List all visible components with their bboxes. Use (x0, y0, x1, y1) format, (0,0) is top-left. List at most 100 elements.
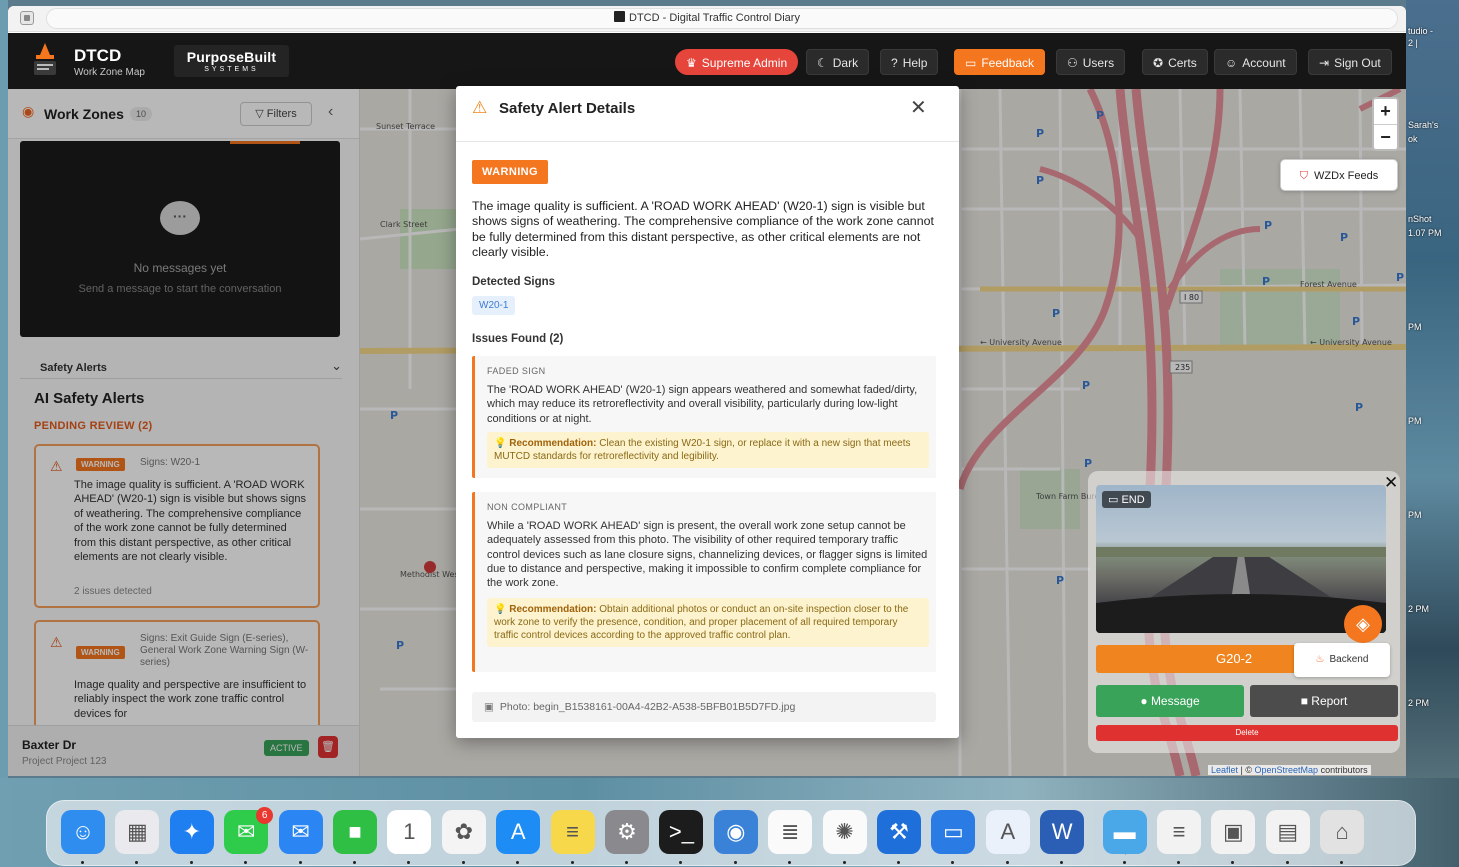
window-title-text: DTCD - Digital Traffic Control Diary (629, 12, 800, 24)
end-label-text: END (1121, 494, 1145, 506)
finder-icon[interactable]: ☺ (61, 810, 105, 854)
running-indicator (1060, 861, 1064, 864)
screenshot-file-icon[interactable]: ▤ (1265, 810, 1310, 854)
document-icon[interactable]: ≡ (1157, 810, 1201, 854)
message-button[interactable]: ● Message (1096, 685, 1244, 717)
close-modal-button[interactable]: ✕ (910, 95, 927, 120)
users-icon: ⚇ (1067, 56, 1078, 70)
partner-tagline: SYSTEMS (204, 66, 259, 73)
supreme-admin-button[interactable]: ♛ Supreme Admin (675, 49, 799, 75)
backend-badge[interactable]: ♨ Backend (1294, 643, 1390, 677)
issue-recommendation: 💡 Recommendation: Clean the existing W20… (487, 432, 929, 468)
close-camera-button[interactable]: ✕ (1384, 473, 1398, 493)
message-label: Message (1150, 694, 1200, 708)
issue-description: While a 'ROAD WORK AHEAD' sign is presen… (487, 520, 928, 590)
modal-header: ⚠ Safety Alert Details ✕ (456, 86, 959, 142)
facetime-icon[interactable]: ■ (333, 810, 377, 854)
app-store-icon[interactable]: A (496, 810, 541, 854)
users-button[interactable]: ⚇ Users (1056, 49, 1126, 75)
desktop-clip-label: 2 PM (1408, 698, 1430, 708)
macos-dock: ☺ ▦ ✦ ✉ 6 ✉ ■ 1 ✿ A ≡ ⚙ >_ ◉ ≣ ✺ ⚒ ▭ A W ▬ ≡ ▣ ▤ ⌂ (46, 800, 1416, 866)
textedit-icon[interactable]: ≣ (768, 810, 813, 854)
camera-snapshot[interactable]: ▭ END (1096, 485, 1386, 633)
notification-badge: 6 (256, 807, 274, 824)
image-file-icon[interactable]: ▣ (1211, 810, 1256, 854)
ribbon-icon: ✪ (1153, 56, 1164, 70)
running-indicator (1005, 861, 1009, 864)
osm-link[interactable]: OpenStreetMap (1255, 765, 1319, 775)
safari-icon[interactable]: ✦ (169, 810, 214, 854)
word-icon[interactable]: W (1040, 810, 1085, 854)
zoom-out-button[interactable]: − (1374, 124, 1397, 150)
issue-description: The 'ROAD WORK AHEAD' (W20-1) sign appea… (487, 384, 918, 425)
help-label: Help (902, 56, 928, 70)
zoom-in-button[interactable]: + (1374, 99, 1397, 124)
running-indicator (244, 861, 248, 864)
trash-icon[interactable]: ⌂ (1320, 810, 1365, 854)
sign-out-button[interactable]: ⇥ Sign Out (1308, 49, 1392, 75)
lightbulb-icon: 💡 (494, 604, 510, 615)
camera-popup: ▭ END ✕ G20-2 ◈ ♨ Backend ● Message ■ Rep… (1088, 471, 1400, 753)
dark-mode-button[interactable]: ☾ Dark (806, 49, 870, 75)
account-button[interactable]: ☺ Account (1214, 49, 1297, 75)
docker-icon[interactable]: ◉ (713, 810, 758, 854)
leaflet-link[interactable]: Leaflet (1211, 765, 1238, 775)
issues-found-label: Issues Found (2) (472, 333, 564, 345)
brand-name: DTCD (74, 46, 122, 65)
desktop-clip-label: PM (1408, 416, 1422, 426)
settings-icon[interactable]: ⚙ (605, 810, 649, 854)
running-indicator (135, 861, 139, 864)
running-indicator (1122, 861, 1126, 864)
recommendation-label: Recommendation: (509, 438, 597, 449)
downloads-folder-icon[interactable]: ▬ (1102, 810, 1147, 854)
report-button[interactable]: ■ Report (1250, 685, 1398, 717)
notes-icon[interactable]: ≡ (550, 810, 595, 854)
help-button[interactable]: ? Help (880, 49, 939, 75)
account-label: Account (1242, 56, 1286, 70)
backend-label: Backend (1329, 654, 1369, 665)
desktop-left-edge (0, 0, 8, 867)
chatgpt-icon[interactable]: ✺ (822, 810, 867, 854)
certs-label: Certs (1168, 56, 1197, 70)
instruments-icon[interactable]: A (985, 810, 1030, 854)
desktop-clip-label: nShot (1408, 214, 1432, 224)
issue-type: NON COMPLIANT (487, 502, 568, 512)
running-indicator (353, 861, 356, 864)
user-icon: ☺ (1225, 56, 1238, 70)
alert-description: The image quality is sufficient. A 'ROAD… (472, 199, 934, 259)
photos-icon[interactable]: ✿ (441, 810, 486, 854)
comment-icon: ▭ (965, 56, 977, 70)
desktop-clip-label: 2 | (1408, 38, 1418, 48)
running-indicator (625, 861, 628, 864)
wzdx-feeds-button[interactable]: ⛉ WZDx Feeds (1280, 159, 1398, 191)
zoom-control: + − (1372, 97, 1399, 151)
sidebar-overlay-dim (8, 89, 360, 776)
running-indicator (570, 861, 574, 864)
sign-out-label: Sign Out (1334, 56, 1381, 70)
camera-icon: ▭ (1108, 494, 1122, 506)
feedback-button[interactable]: ▭ Feedback (954, 49, 1046, 75)
desktop-clip-label: PM (1408, 322, 1422, 332)
xcode-icon[interactable]: ⚒ (877, 810, 921, 854)
delete-button[interactable]: Delete (1096, 725, 1398, 741)
map-attribution: Leaflet | © OpenStreetMap contributors (1208, 765, 1371, 775)
running-indicator (1231, 861, 1235, 864)
recommendation-label: Recommendation: (509, 604, 597, 615)
running-indicator (81, 861, 84, 864)
simulator-icon[interactable]: ▭ (931, 810, 976, 854)
desktop-clip-label: tudio - (1408, 26, 1434, 36)
calendar-icon[interactable]: 1 (387, 810, 432, 854)
terminal-icon[interactable]: >_ (659, 810, 704, 854)
issue-card: NON COMPLIANT While a 'ROAD WORK AHEAD' … (472, 492, 936, 672)
certs-button[interactable]: ✪ Certs (1142, 49, 1208, 75)
window-title: DTCD - Digital Traffic Control Diary (8, 11, 1406, 24)
attribution-suffix: contributors (1320, 765, 1368, 775)
mail-icon[interactable]: ✉ (278, 810, 323, 854)
running-indicator (788, 861, 792, 864)
detected-signs-label: Detected Signs (472, 276, 556, 288)
running-indicator (1340, 861, 1344, 864)
launchpad-icon[interactable]: ▦ (115, 810, 160, 854)
device-code: G20-2 (1216, 651, 1253, 666)
running-indicator (951, 861, 955, 864)
layers-button[interactable]: ◈ (1344, 605, 1382, 643)
